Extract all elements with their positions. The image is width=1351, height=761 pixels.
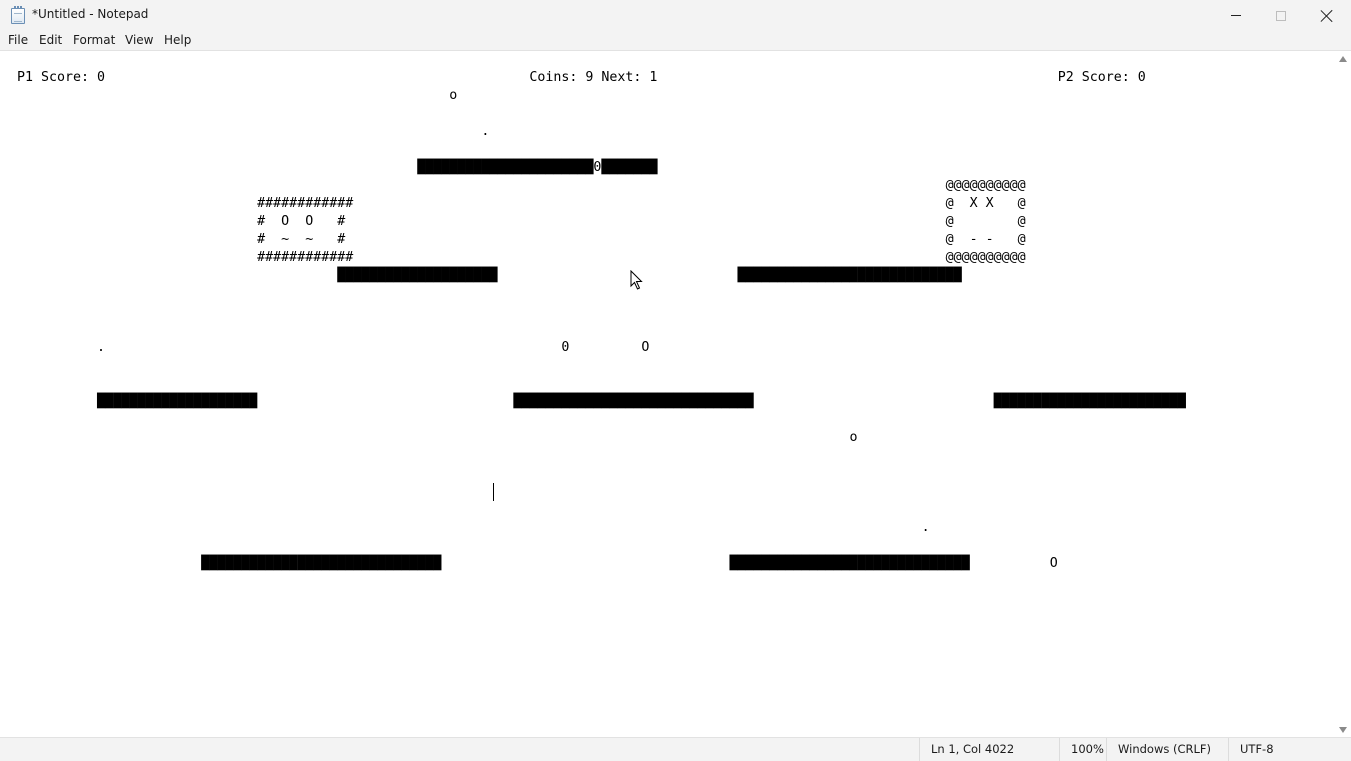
minimize-button[interactable] xyxy=(1213,0,1259,31)
menu-edit[interactable]: Edit xyxy=(38,33,63,47)
maximize-button[interactable] xyxy=(1258,0,1304,31)
menu-view[interactable]: View xyxy=(124,33,154,47)
editor-content[interactable]: P1 Score: 0 Coins: 9 Next: 1 P2 Score: 0… xyxy=(17,69,1186,761)
menu-help[interactable]: Help xyxy=(163,33,192,47)
mouse-pointer-icon xyxy=(630,270,643,290)
menu-format[interactable]: Format xyxy=(72,33,116,47)
window-title: *Untitled - Notepad xyxy=(32,7,149,21)
status-cursor-position: Ln 1, Col 4022 xyxy=(919,738,1059,761)
text-editor[interactable]: P1 Score: 0 Coins: 9 Next: 1 P2 Score: 0… xyxy=(0,52,1336,761)
scroll-up-icon[interactable] xyxy=(1339,56,1347,62)
status-line-ending: Windows (CRLF) xyxy=(1106,738,1228,761)
maximize-icon xyxy=(1276,10,1286,21)
menu-file[interactable]: File xyxy=(7,33,29,47)
close-icon xyxy=(1320,9,1334,23)
vertical-scrollbar[interactable] xyxy=(1336,52,1351,737)
scroll-down-icon[interactable] xyxy=(1339,727,1347,733)
title-bar: *Untitled - Notepad xyxy=(0,0,1351,31)
status-zoom: 100% xyxy=(1059,738,1106,761)
status-bar: Ln 1, Col 4022 100% Windows (CRLF) UTF-8 xyxy=(0,737,1351,761)
status-encoding: UTF-8 xyxy=(1228,738,1351,761)
minimize-icon xyxy=(1231,15,1241,16)
notepad-icon xyxy=(11,6,25,24)
menu-bar: File Edit Format View Help xyxy=(0,31,1351,51)
text-caret xyxy=(493,483,494,501)
close-button[interactable] xyxy=(1304,0,1350,31)
